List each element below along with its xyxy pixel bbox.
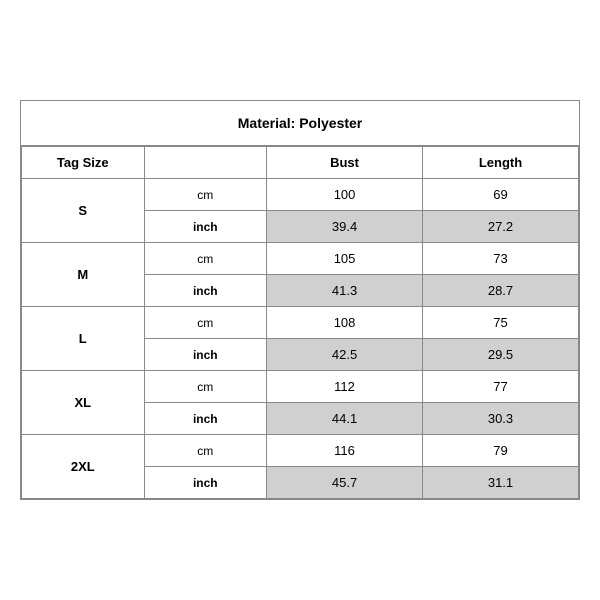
- inch-bust-cell: 42.5: [267, 339, 423, 371]
- table-row: XL cm 112 77: [22, 371, 579, 403]
- cm-bust-cell: 112: [267, 371, 423, 403]
- cm-bust-cell: 100: [267, 179, 423, 211]
- table-row: S cm 100 69: [22, 179, 579, 211]
- inch-length-cell: 31.1: [423, 467, 579, 499]
- header-length: Length: [423, 147, 579, 179]
- table-row: M cm 105 73: [22, 243, 579, 275]
- unit-inch-cell: inch: [144, 275, 267, 307]
- inch-bust-cell: 41.3: [267, 275, 423, 307]
- unit-cm-cell: cm: [144, 435, 267, 467]
- inch-length-cell: 28.7: [423, 275, 579, 307]
- inch-length-cell: 27.2: [423, 211, 579, 243]
- cm-bust-cell: 108: [267, 307, 423, 339]
- inch-bust-cell: 39.4: [267, 211, 423, 243]
- inch-bust-cell: 44.1: [267, 403, 423, 435]
- tag-size-cell: M: [22, 243, 145, 307]
- inch-length-cell: 30.3: [423, 403, 579, 435]
- unit-inch-cell: inch: [144, 339, 267, 371]
- unit-inch-cell: inch: [144, 211, 267, 243]
- cm-length-cell: 79: [423, 435, 579, 467]
- size-table: Tag Size Bust Length S cm 100 69 inch 39…: [21, 146, 579, 499]
- unit-inch-cell: inch: [144, 403, 267, 435]
- unit-cm-cell: cm: [144, 371, 267, 403]
- inch-bust-cell: 45.7: [267, 467, 423, 499]
- tag-size-cell: S: [22, 179, 145, 243]
- header-tag-size: Tag Size: [22, 147, 145, 179]
- unit-cm-cell: cm: [144, 243, 267, 275]
- table-row: 2XL cm 116 79: [22, 435, 579, 467]
- cm-length-cell: 69: [423, 179, 579, 211]
- tag-size-cell: L: [22, 307, 145, 371]
- unit-cm-cell: cm: [144, 179, 267, 211]
- cm-length-cell: 73: [423, 243, 579, 275]
- cm-bust-cell: 116: [267, 435, 423, 467]
- header-bust: Bust: [267, 147, 423, 179]
- unit-inch-cell: inch: [144, 467, 267, 499]
- inch-length-cell: 29.5: [423, 339, 579, 371]
- cm-bust-cell: 105: [267, 243, 423, 275]
- size-chart-container: Material: Polyester Tag Size Bust Length…: [20, 100, 580, 500]
- chart-title: Material: Polyester: [21, 101, 579, 146]
- tag-size-cell: XL: [22, 371, 145, 435]
- header-unit: [144, 147, 267, 179]
- unit-cm-cell: cm: [144, 307, 267, 339]
- cm-length-cell: 75: [423, 307, 579, 339]
- tag-size-cell: 2XL: [22, 435, 145, 499]
- cm-length-cell: 77: [423, 371, 579, 403]
- table-row: L cm 108 75: [22, 307, 579, 339]
